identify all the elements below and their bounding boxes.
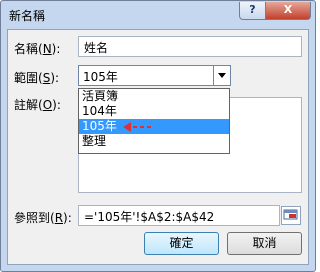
scope-dropdown-list: 活頁簿 104年 105年 整理 — [78, 88, 230, 154]
dropdown-item-104[interactable]: 104年 — [79, 104, 229, 119]
ok-button[interactable]: 確定 — [144, 232, 219, 255]
comment-label: 註解(O): — [14, 98, 61, 112]
dropdown-item-sorted[interactable]: 整理 — [79, 134, 229, 149]
help-button[interactable]: ? — [239, 2, 266, 20]
name-label: 名稱(N): — [14, 42, 61, 56]
name-input[interactable]: 姓名 — [78, 36, 302, 57]
collapse-dialog-icon — [283, 209, 298, 220]
ref-label: 參照到(R): — [14, 211, 72, 225]
dropdown-item-105-label: 105年 — [82, 119, 117, 133]
dropdown-arrow-button[interactable] — [213, 66, 230, 85]
dropdown-item-105[interactable]: 105年 — [79, 119, 229, 134]
scope-select[interactable]: 105年 — [78, 65, 231, 86]
scope-select-value: 105年 — [83, 70, 118, 84]
title-bar[interactable]: 新名稱 ? X — [1, 1, 315, 29]
cancel-button[interactable]: 取消 — [227, 232, 302, 255]
dropdown-item-workbook[interactable]: 活頁簿 — [79, 89, 229, 104]
close-button[interactable]: X — [265, 2, 311, 20]
scope-label: 範圍(S): — [14, 71, 60, 85]
window-title: 新名稱 — [9, 9, 46, 23]
pointer-arrow-icon — [123, 122, 151, 132]
ref-input[interactable]: ='105年'!$A$2:$A$42 — [78, 205, 280, 226]
range-select-button[interactable] — [281, 206, 301, 225]
